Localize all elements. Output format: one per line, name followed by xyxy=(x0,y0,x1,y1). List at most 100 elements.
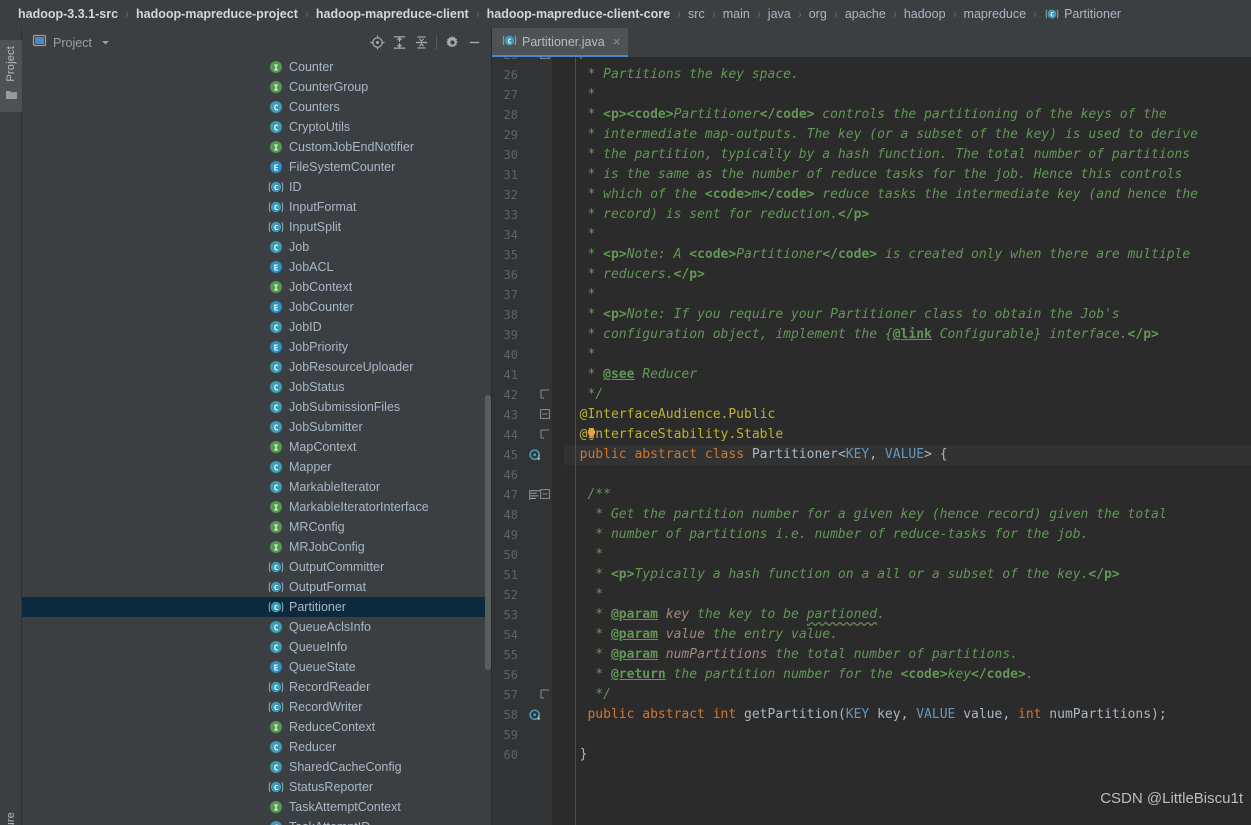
code-line-40[interactable]: * xyxy=(564,345,1251,365)
gutter-icon-slot[interactable] xyxy=(518,205,552,225)
code-line-44[interactable]: @InterfaceStability.Stable xyxy=(564,425,1251,445)
gutter-row-37[interactable]: 37 xyxy=(492,285,552,305)
breadcrumb-item-hadoop-3-3-1-src[interactable]: hadoop-3.3.1-src xyxy=(18,7,118,21)
tree-item-queuestate[interactable]: E QueueState xyxy=(22,657,491,677)
gutter-icon-slot[interactable] xyxy=(518,185,552,205)
locate-icon[interactable] xyxy=(366,32,388,54)
gutter-row-49[interactable]: 49 xyxy=(492,525,552,545)
code-line-28[interactable]: * <p><code>Partitioner</code> controls t… xyxy=(564,105,1251,125)
tree-item-id[interactable]: C ID xyxy=(22,177,491,197)
tree-item-taskattemptcontext[interactable]: I TaskAttemptContext xyxy=(22,797,491,817)
editor-gutter[interactable]: 25 26 27 28 29 30 31 32 33 34 35 36 37 38 39 40 41 42 43 44… xyxy=(492,57,552,825)
gutter-row-53[interactable]: 53 xyxy=(492,605,552,625)
editor-scroll-area[interactable]: 25 26 27 28 29 30 31 32 33 34 35 36 37 38 39 40 41 42 43 44… xyxy=(492,57,1251,825)
gutter-icon-slot[interactable] xyxy=(518,545,552,565)
code-line-57[interactable]: */ xyxy=(564,685,1251,705)
tree-item-counters[interactable]: C Counters xyxy=(22,97,491,117)
tree-item-jobcounter[interactable]: E JobCounter xyxy=(22,297,491,317)
tree-item-customjobendnotifier[interactable]: I CustomJobEndNotifier xyxy=(22,137,491,157)
gutter-icon-slot[interactable] xyxy=(518,225,552,245)
gutter-icon-slot[interactable] xyxy=(518,625,552,645)
gutter-icon-slot[interactable] xyxy=(518,305,552,325)
tree-item-inputformat[interactable]: C InputFormat xyxy=(22,197,491,217)
gutter-row-44[interactable]: 44 xyxy=(492,425,552,445)
gutter-row-30[interactable]: 30 xyxy=(492,145,552,165)
project-tree[interactable]: I Counter I CounterGroup C Counters C CryptoUti… xyxy=(22,57,491,825)
code-line-55[interactable]: * @param numPartitions the total number … xyxy=(564,645,1251,665)
gutter-row-58[interactable]: 58 xyxy=(492,705,552,725)
gutter-row-52[interactable]: 52 xyxy=(492,585,552,605)
gutter-icon-slot[interactable] xyxy=(518,125,552,145)
code-line-27[interactable]: * xyxy=(564,85,1251,105)
code-line-38[interactable]: * <p>Note: If you require your Partition… xyxy=(564,305,1251,325)
fold-expand-icon[interactable] xyxy=(540,486,550,504)
code-line-29[interactable]: * intermediate map-outputs. The key (or … xyxy=(564,125,1251,145)
tree-item-countergroup[interactable]: I CounterGroup xyxy=(22,77,491,97)
fold-collapse-icon[interactable] xyxy=(540,426,550,444)
tree-item-recordwriter[interactable]: C RecordWriter xyxy=(22,697,491,717)
tree-item-jobid[interactable]: C JobID xyxy=(22,317,491,337)
fold-expand-icon[interactable] xyxy=(540,57,550,64)
tree-item-taskattemptid[interactable]: C TaskAttemptID xyxy=(22,817,491,825)
gutter-icon-slot[interactable] xyxy=(518,565,552,585)
project-tree-scrollbar[interactable] xyxy=(485,395,491,670)
gutter-row-34[interactable]: 34 xyxy=(492,225,552,245)
breadcrumb-item-hadoop-mapreduce-client[interactable]: hadoop-mapreduce-client xyxy=(316,7,469,21)
tree-item-queueinfo[interactable]: C QueueInfo xyxy=(22,637,491,657)
gutter-icon-slot[interactable] xyxy=(518,105,552,125)
tree-item-outputformat[interactable]: C OutputFormat xyxy=(22,577,491,597)
tree-item-statusreporter[interactable]: C StatusReporter xyxy=(22,777,491,797)
code-line-30[interactable]: * the partition, typically by a hash fun… xyxy=(564,145,1251,165)
gutter-row-33[interactable]: 33 xyxy=(492,205,552,225)
tree-item-reducer[interactable]: C Reducer xyxy=(22,737,491,757)
bulb-icon[interactable] xyxy=(586,428,597,448)
code-line-34[interactable]: * xyxy=(564,225,1251,245)
code-line-59[interactable] xyxy=(564,725,1251,745)
tree-item-queueaclsinfo[interactable]: C QueueAclsInfo xyxy=(22,617,491,637)
gutter-icon-slot[interactable] xyxy=(518,745,552,765)
fold-expand-icon[interactable] xyxy=(540,406,550,424)
gutter-row-35[interactable]: 35 xyxy=(492,245,552,265)
tool-window-button-project[interactable]: Project xyxy=(0,40,22,112)
code-line-60[interactable]: } xyxy=(564,745,1251,765)
tree-item-inputsplit[interactable]: C InputSplit xyxy=(22,217,491,237)
code-line-32[interactable]: * which of the <code>m</code> reduce tas… xyxy=(564,185,1251,205)
breadcrumb-item-src[interactable]: src xyxy=(688,7,705,21)
code-line-33[interactable]: * record) is sent for reduction.</p> xyxy=(564,205,1251,225)
gutter-icon-slot[interactable] xyxy=(518,605,552,625)
gutter-row-47[interactable]: 47 xyxy=(492,485,552,505)
editor-tab-partitioner-java[interactable]: C Partitioner.java × xyxy=(492,28,629,57)
gutter-icon-slot[interactable] xyxy=(518,65,552,85)
breadcrumb-item-hadoop[interactable]: hadoop xyxy=(904,7,946,21)
breadcrumb-item-partitioner[interactable]: C Partitioner xyxy=(1044,7,1121,22)
gutter-row-43[interactable]: 43 xyxy=(492,405,552,425)
tree-item-markableiteratorinterface[interactable]: I MarkableIteratorInterface xyxy=(22,497,491,517)
tree-item-jobsubmitter[interactable]: C JobSubmitter xyxy=(22,417,491,437)
code-line-49[interactable]: * number of partitions i.e. number of re… xyxy=(564,525,1251,545)
tree-item-reducecontext[interactable]: I ReduceContext xyxy=(22,717,491,737)
implemented-icon[interactable] xyxy=(518,445,552,465)
code-line-46[interactable] xyxy=(564,465,1251,485)
gutter-row-27[interactable]: 27 xyxy=(492,85,552,105)
code-line-51[interactable]: * <p>Typically a hash function on a all … xyxy=(564,565,1251,585)
gutter-row-46[interactable]: 46 xyxy=(492,465,552,485)
code-line-50[interactable]: * xyxy=(564,545,1251,565)
gutter-row-41[interactable]: 41 xyxy=(492,365,552,385)
gutter-icon-slot[interactable] xyxy=(518,85,552,105)
code-line-53[interactable]: * @param key the key to be partioned. xyxy=(564,605,1251,625)
tree-item-counter[interactable]: I Counter xyxy=(22,57,491,77)
tree-item-outputcommitter[interactable]: C OutputCommitter xyxy=(22,557,491,577)
tree-item-mrjobconfig[interactable]: I MRJobConfig xyxy=(22,537,491,557)
gutter-icon-slot[interactable] xyxy=(518,245,552,265)
code-line-43[interactable]: @InterfaceAudience.Public xyxy=(564,405,1251,425)
gear-icon[interactable] xyxy=(441,32,463,54)
code-line-56[interactable]: * @return the partition number for the <… xyxy=(564,665,1251,685)
gutter-row-45[interactable]: 45 xyxy=(492,445,552,465)
gutter-row-29[interactable]: 29 xyxy=(492,125,552,145)
code-line-36[interactable]: * reducers.</p> xyxy=(564,265,1251,285)
gutter-icon-slot[interactable] xyxy=(518,365,552,385)
gutter-row-26[interactable]: 26 xyxy=(492,65,552,85)
tool-window-button-structure[interactable]: ure xyxy=(0,806,22,825)
breadcrumb-item-hadoop-mapreduce-client-core[interactable]: hadoop-mapreduce-client-core xyxy=(487,7,670,21)
gutter-icon-slot[interactable] xyxy=(518,585,552,605)
